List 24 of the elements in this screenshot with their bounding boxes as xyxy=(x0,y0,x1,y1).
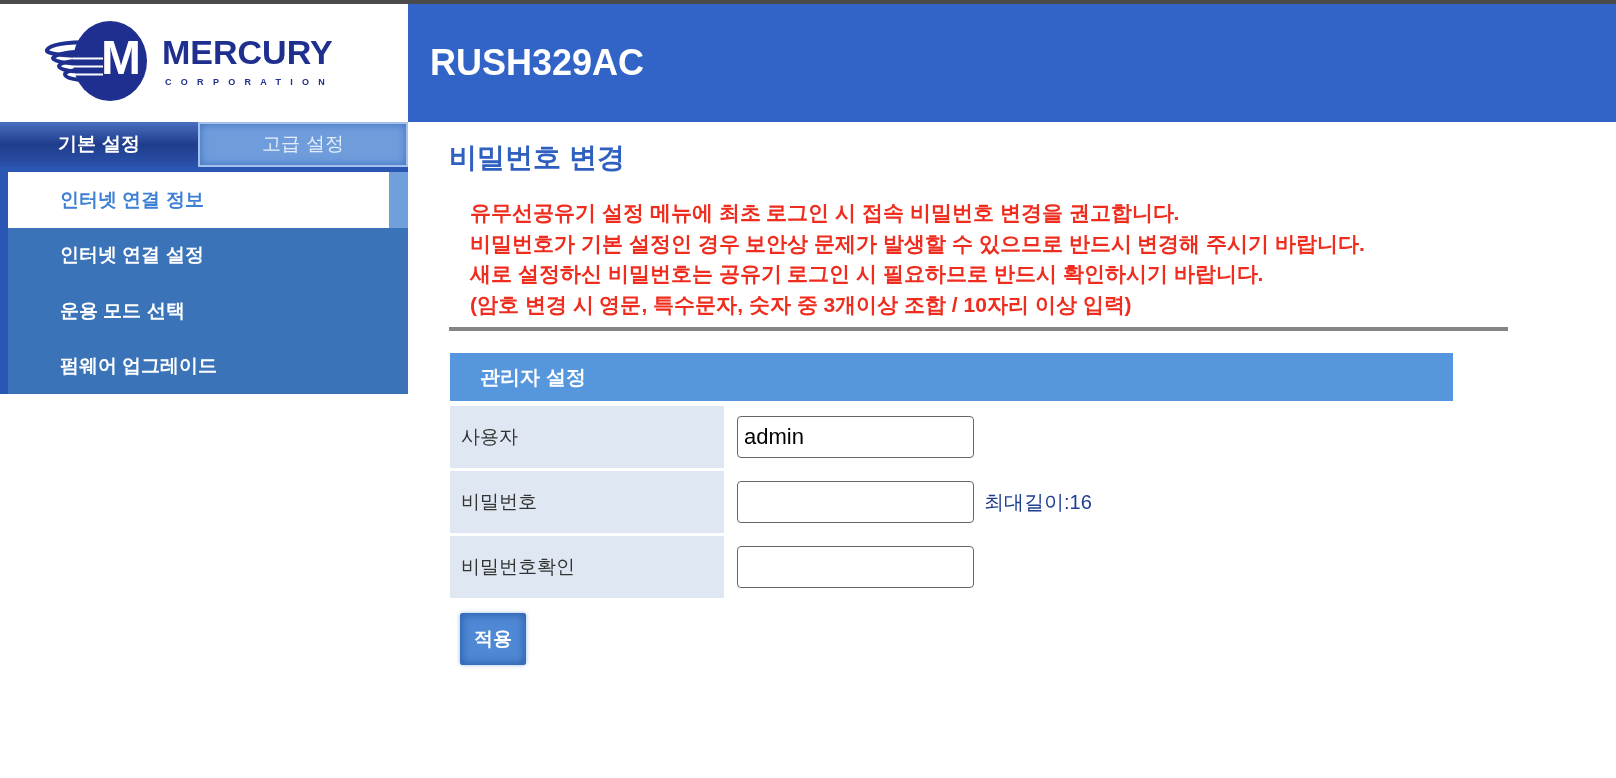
sidebar-tab[interactable]: 기본 설정 xyxy=(0,122,198,167)
page-title: 비밀번호 변경 xyxy=(449,142,625,174)
section-header: 관리자 설정 xyxy=(450,353,1453,401)
device-title: RUSH329AC xyxy=(430,45,645,81)
warning-text: 새로 설정하신 비밀번호는 공유기 로그인 시 필요하므로 반드시 확인하시기 바랍니다. xyxy=(470,261,1264,287)
sidebar-item[interactable]: 펌웨어 업그레이드 xyxy=(8,338,408,394)
confirm-password-field[interactable] xyxy=(737,546,974,588)
warning-text: (암호 변경 시 영문, 특수문자, 숫자 중 3개이상 조합 / 10자리 이상 입력) xyxy=(470,291,1132,318)
sidebar-item[interactable]: 인터넷 연결 설정 xyxy=(8,227,408,283)
logo-wordmark: MERCURY xyxy=(162,35,334,69)
warning-text: 비밀번호가 기본 설정인 경우 보안상 문제가 발생할 수 있으므로 반드시 변경해 주시기 바랍니다. xyxy=(470,230,1365,257)
logo-letter: M xyxy=(101,34,141,82)
sidebar-item[interactable]: 인터넷 연결 정보 xyxy=(8,172,408,228)
username-field[interactable]: admin xyxy=(737,416,974,458)
logo-subtitle: CORPORATION xyxy=(164,78,335,87)
field-label: 사용자 xyxy=(450,406,724,468)
warning-text: 유무선공유기 설정 메뉴에 최초 로그인 시 접속 비밀번호 변경을 권고합니다. xyxy=(470,200,1180,226)
field-label: 비밀번호확인 xyxy=(450,536,724,598)
field-label: 비밀번호 xyxy=(450,471,724,533)
logo-globe-icon xyxy=(43,20,148,102)
password-field[interactable] xyxy=(737,481,974,523)
sidebar-item[interactable]: 운용 모드 선택 xyxy=(8,283,408,339)
max-length-note: 최대길이:16 xyxy=(984,490,1092,515)
apply-button[interactable]: 적용 xyxy=(460,613,526,665)
